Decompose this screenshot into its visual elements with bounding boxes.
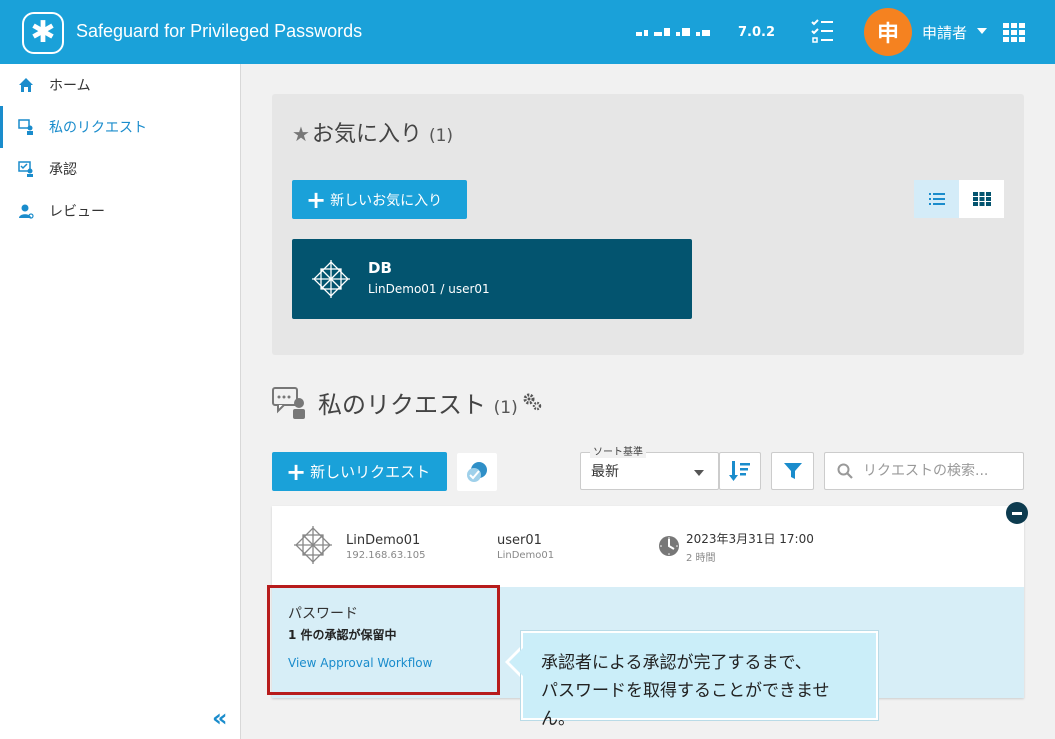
- favorites-panel: ★お気に入り (1) + 新しいお気に入り DB LinDemo01 / use…: [272, 94, 1024, 355]
- favorites-count: (1): [428, 126, 454, 146]
- asset-os-icon: [310, 258, 352, 304]
- favorites-title: ★お気に入り (1): [292, 122, 454, 147]
- callout-line-1: 承認者による承認が完了するまで、: [541, 653, 812, 673]
- account-asset: LinDemo01: [497, 550, 555, 561]
- plus-icon: +: [286, 457, 307, 486]
- search-box: [824, 452, 1024, 490]
- approval-icon: [18, 161, 34, 177]
- gear-icon[interactable]: [521, 391, 543, 417]
- my-requests-icon: [18, 119, 34, 135]
- sidebar-item-home[interactable]: ホーム: [0, 64, 240, 106]
- highlight-annotation-box: [267, 585, 500, 695]
- collapse-request-button[interactable]: [1006, 502, 1028, 524]
- home-icon: [18, 77, 34, 93]
- sidebar: ホーム 私のリクエスト 承認 レビュー «: [0, 64, 241, 739]
- sidebar-item-label: ホーム: [49, 78, 91, 94]
- sidebar-item-label: レビュー: [49, 204, 105, 220]
- app-grid-icon[interactable]: [1003, 23, 1025, 42]
- request-duration: 2 時間: [686, 553, 716, 564]
- list-view-icon: [928, 193, 945, 205]
- account-name: user01: [497, 533, 542, 548]
- filter-icon: [783, 463, 802, 479]
- filter-button[interactable]: [771, 452, 814, 490]
- app-title: Safeguard for Privileged Passwords: [76, 21, 363, 41]
- user-menu-button[interactable]: 申請者: [922, 22, 967, 43]
- grid-view-button[interactable]: [959, 180, 1004, 218]
- sidebar-item-review[interactable]: レビュー: [0, 190, 240, 232]
- clock-icon: [658, 535, 680, 561]
- search-input[interactable]: [863, 463, 1013, 479]
- request-row[interactable]: LinDemo01 192.168.63.105 user01 LinDemo0…: [272, 502, 1028, 587]
- my-requests-section-icon: [272, 386, 308, 424]
- sort-descending-icon: [729, 461, 750, 481]
- tooltip-arrow-fill: [509, 648, 523, 676]
- version-label: 7.0.2: [738, 25, 776, 40]
- asset-ip: 192.168.63.105: [346, 550, 426, 561]
- new-request-button[interactable]: + 新しいリクエスト: [272, 452, 447, 491]
- asset-name: LinDemo01: [346, 533, 421, 548]
- refresh-status-icon: [467, 462, 487, 482]
- annotation-callout: 承認者による承認が完了するまで、 パスワードを取得することができません。: [521, 631, 878, 729]
- sort-label: ソート基準: [590, 443, 646, 458]
- list-view-button[interactable]: [914, 180, 959, 218]
- my-requests-title: 私のリクエスト (1): [318, 391, 518, 419]
- task-list-icon[interactable]: [811, 19, 835, 45]
- view-toggle: [914, 180, 1004, 218]
- grid-view-icon: [972, 192, 991, 206]
- sort-order-button[interactable]: [719, 452, 761, 490]
- favorite-name: DB: [368, 259, 392, 277]
- refresh-button[interactable]: [457, 453, 497, 491]
- safeguard-logo-icon[interactable]: ✱: [22, 12, 64, 54]
- search-icon: [837, 463, 853, 479]
- favorite-subtitle: LinDemo01 / user01: [368, 282, 490, 296]
- sidebar-item-my-requests[interactable]: 私のリクエスト: [0, 106, 240, 148]
- sidebar-item-label: 承認: [49, 162, 77, 178]
- top-header: ✱ Safeguard for Privileged Passwords 7.0…: [0, 0, 1055, 64]
- caret-down-icon: [694, 470, 704, 476]
- sidebar-item-label: 私のリクエスト: [49, 120, 147, 136]
- star-icon: ★: [292, 122, 310, 146]
- company-logo-icon: [636, 28, 710, 36]
- new-favorite-button[interactable]: + 新しいお気に入り: [292, 180, 467, 219]
- requests-count: (1): [493, 398, 518, 418]
- plus-icon: +: [306, 185, 327, 214]
- favorite-card[interactable]: DB LinDemo01 / user01: [292, 239, 692, 319]
- caret-down-icon[interactable]: [977, 28, 987, 34]
- callout-line-2: パスワードを取得することができません。: [541, 681, 830, 729]
- user-avatar[interactable]: 申: [864, 8, 912, 56]
- minus-icon: [1012, 511, 1022, 515]
- review-icon: [18, 203, 34, 219]
- request-date: 2023年3月31日 17:00: [686, 532, 814, 546]
- collapse-sidebar-icon[interactable]: «: [212, 704, 227, 732]
- asset-os-icon: [292, 524, 334, 570]
- sidebar-item-approval[interactable]: 承認: [0, 148, 240, 190]
